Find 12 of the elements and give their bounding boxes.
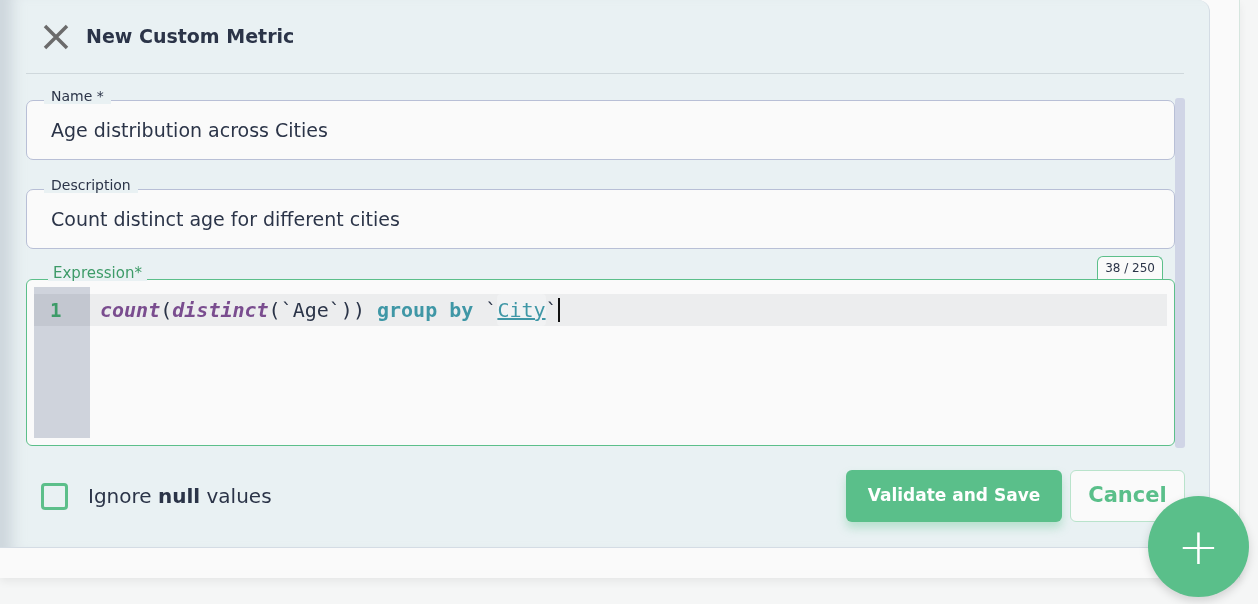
- name-field[interactable]: Age distribution across Cities: [26, 100, 1175, 160]
- field-label: Name *: [44, 88, 111, 104]
- checkbox-label: Ignore null values: [88, 483, 272, 510]
- field-label: Expression*: [48, 265, 147, 281]
- scrollbar[interactable]: [1175, 98, 1185, 448]
- checkbox[interactable]: [41, 482, 68, 510]
- dialog-title: New Custom Metric: [86, 24, 295, 50]
- line-number: 1: [34, 294, 90, 326]
- close-icon[interactable]: [42, 22, 70, 51]
- character-counter: 38 / 250: [1097, 256, 1163, 279]
- text-cursor: [557, 298, 560, 322]
- field-label: Description: [44, 177, 138, 193]
